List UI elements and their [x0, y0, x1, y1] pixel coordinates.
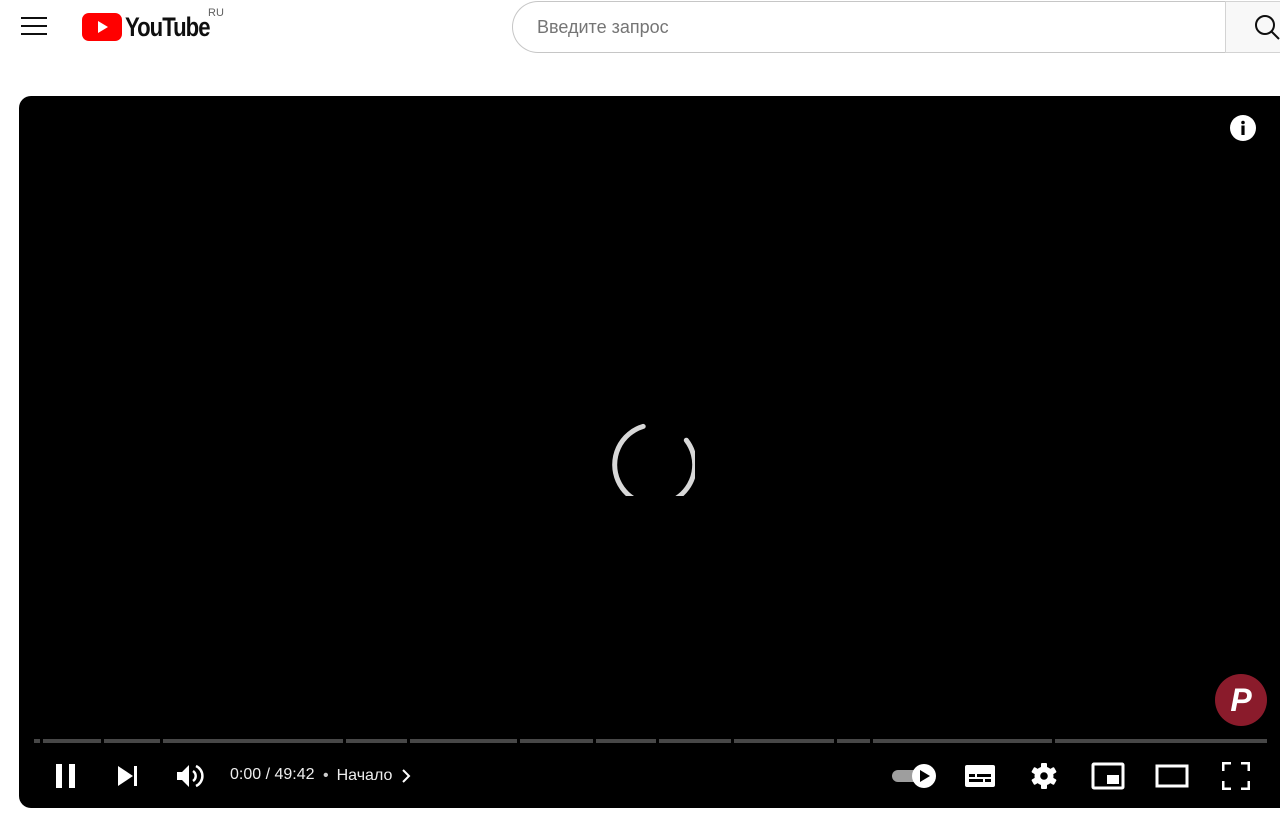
- next-button[interactable]: [104, 752, 152, 800]
- guide-menu-button[interactable]: [10, 2, 58, 50]
- video-player[interactable]: P 0:00 / 49:42 • Начало: [19, 96, 1280, 808]
- chapter-segment: [163, 739, 343, 743]
- hamburger-menu-icon: [21, 17, 47, 35]
- chapter-segment: [837, 739, 870, 743]
- duration: 49:42: [274, 766, 315, 783]
- channel-badge-letter: P: [1230, 682, 1252, 718]
- pause-icon: [56, 764, 75, 788]
- search-icon: [1255, 15, 1280, 40]
- search-box: [512, 1, 1226, 53]
- chapter-segment: [596, 739, 656, 743]
- chapter-segment: [34, 739, 40, 743]
- progress-bar[interactable]: [34, 739, 1267, 743]
- miniplayer-icon: [1091, 762, 1125, 790]
- chapter-segment: [734, 739, 834, 743]
- youtube-logo[interactable]: YouTube RU: [82, 7, 228, 43]
- country-code: RU: [208, 7, 224, 19]
- chapter-segment: [873, 739, 1052, 743]
- chapter-segment: [43, 739, 101, 743]
- masthead: YouTube RU: [0, 0, 1280, 56]
- chapter-title: Начало: [336, 767, 393, 784]
- channel-badge-icon: P: [1215, 674, 1267, 726]
- chapter-segment: [410, 739, 517, 743]
- settings-button[interactable]: [1020, 752, 1068, 800]
- chapter-segment: [520, 739, 593, 743]
- mute-button[interactable]: [166, 752, 214, 800]
- next-icon: [118, 766, 137, 786]
- logo-wordmark: YouTube: [125, 11, 211, 42]
- chapter-segment: [346, 739, 407, 743]
- youtube-play-logo-icon: [82, 13, 122, 41]
- current-time: 0:00: [230, 766, 262, 783]
- loading-spinner-icon: [612, 423, 695, 496]
- settings-gear-icon: [1031, 763, 1057, 789]
- chapter-title-button[interactable]: • Начало: [323, 763, 414, 789]
- miniplayer-button[interactable]: [1084, 752, 1132, 800]
- autoplay-toggle-icon: [892, 764, 936, 788]
- chapter-segment: [659, 739, 731, 743]
- search-button[interactable]: [1225, 1, 1280, 53]
- chevron-right-icon: [402, 769, 411, 783]
- subtitles-button[interactable]: [956, 752, 1004, 800]
- search-input[interactable]: [535, 15, 1226, 39]
- autoplay-toggle[interactable]: [887, 752, 941, 800]
- chapter-separator-dot: •: [323, 767, 329, 784]
- chapter-segment: [104, 739, 160, 743]
- chapter-segment: [1055, 739, 1267, 743]
- player-controls: 0:00 / 49:42 • Начало: [19, 752, 1280, 800]
- subtitles-icon: [965, 765, 995, 787]
- info-button[interactable]: [1229, 114, 1257, 142]
- volume-icon: [177, 764, 204, 788]
- fullscreen-button[interactable]: [1212, 752, 1260, 800]
- theater-mode-icon: [1155, 764, 1189, 788]
- channel-watermark[interactable]: P: [1214, 673, 1268, 727]
- theater-mode-button[interactable]: [1148, 752, 1196, 800]
- fullscreen-icon: [1222, 762, 1250, 790]
- pause-button[interactable]: [42, 752, 90, 800]
- time-separator: /: [261, 766, 275, 783]
- time-display: 0:00 / 49:42: [230, 766, 315, 784]
- info-icon: [1230, 115, 1256, 141]
